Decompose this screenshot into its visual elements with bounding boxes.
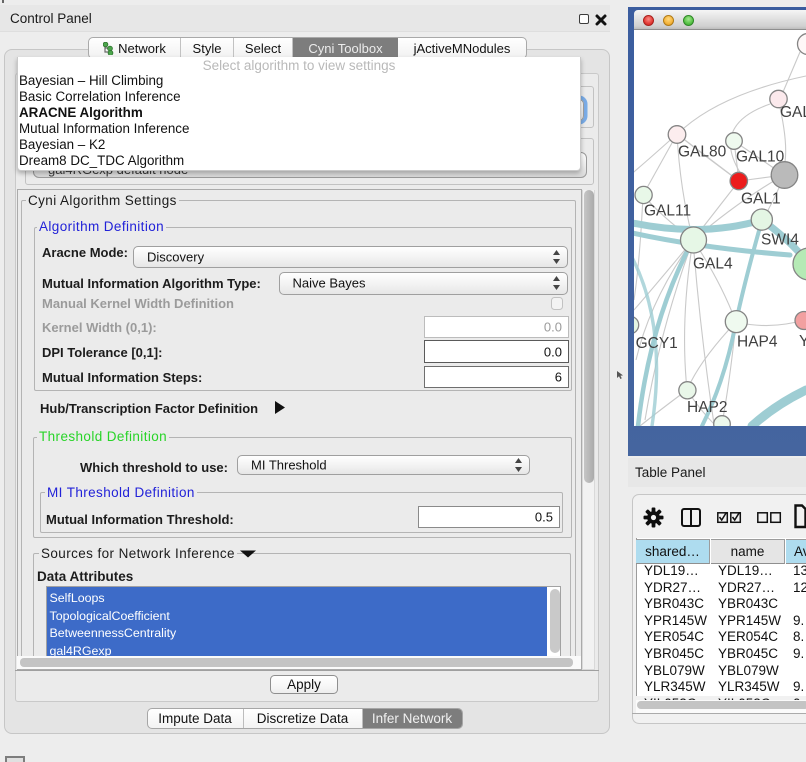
svg-text:YP: YP <box>799 333 806 350</box>
svg-text:HAP4: HAP4 <box>737 334 778 351</box>
svg-text:GAL1: GAL1 <box>741 191 781 208</box>
svg-text:GAL80: GAL80 <box>678 144 727 161</box>
svg-text:GAL4: GAL4 <box>693 256 733 273</box>
svg-text:GAL10: GAL10 <box>736 149 785 166</box>
svg-text:SWI4: SWI4 <box>761 232 799 249</box>
svg-text:GAL7: GAL7 <box>780 104 806 121</box>
svg-text:GAL11: GAL11 <box>644 203 691 220</box>
svg-text:HAP2: HAP2 <box>687 399 728 416</box>
svg-text:GCY1: GCY1 <box>636 335 678 352</box>
